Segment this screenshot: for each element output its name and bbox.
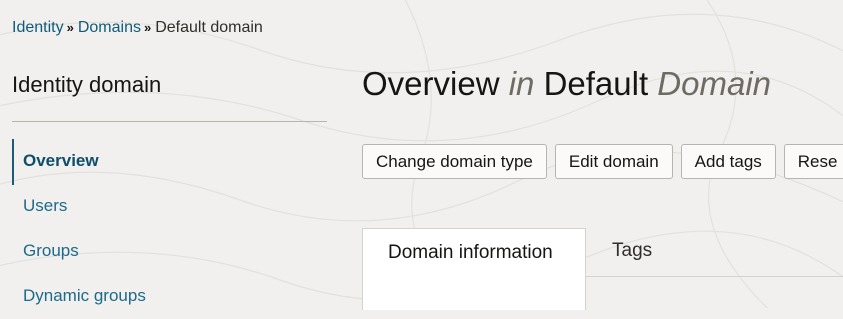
tab-tags[interactable]: Tags — [612, 240, 652, 262]
page-title-default: Default — [543, 65, 649, 102]
change-domain-type-button[interactable]: Change domain type — [362, 144, 547, 179]
page-title-overview: Overview — [362, 65, 500, 102]
sidebar-item-dynamic-groups[interactable]: Dynamic groups — [12, 274, 312, 319]
breadcrumb-current: Default domain — [155, 19, 263, 36]
breadcrumb-separator: » — [143, 20, 152, 35]
sidebar-item-label: Dynamic groups — [23, 286, 146, 305]
sidebar-title: Identity domain — [12, 72, 162, 97]
sidebar-item-label: Overview — [23, 151, 99, 170]
tab-domain-information[interactable]: Domain information — [362, 228, 586, 310]
breadcrumb-separator: » — [66, 20, 74, 35]
sidebar-divider — [12, 121, 327, 122]
reset-button[interactable]: Rese — [783, 144, 843, 179]
breadcrumb-domains-link[interactable]: Domains — [78, 19, 141, 36]
sidebar-item-label: Users — [23, 196, 68, 215]
sidebar-item-label: Groups — [23, 241, 79, 260]
breadcrumb-identity-link[interactable]: Identity — [12, 19, 64, 36]
sidebar-item-overview[interactable]: Overview — [12, 139, 312, 185]
page-title-domain: Domain — [657, 65, 772, 102]
sidebar-item-users[interactable]: Users — [12, 184, 312, 229]
sidebar-nav: Overview Users Groups Dynamic groups — [12, 139, 312, 319]
breadcrumb: Identity» Domains» Default domain — [12, 19, 263, 37]
sidebar-item-groups[interactable]: Groups — [12, 229, 312, 274]
tab-label: Domain information — [388, 242, 553, 263]
edit-domain-button[interactable]: Edit domain — [554, 144, 673, 179]
page-title: Overview in Default Domain — [362, 65, 771, 103]
page-title-in: in — [508, 65, 535, 102]
add-tags-button[interactable]: Add tags — [680, 144, 776, 179]
action-toolbar: Change domain type Edit domain Add tags … — [362, 144, 843, 179]
tab-bar: Domain information Tags — [362, 228, 843, 310]
tab-underline — [586, 276, 843, 277]
